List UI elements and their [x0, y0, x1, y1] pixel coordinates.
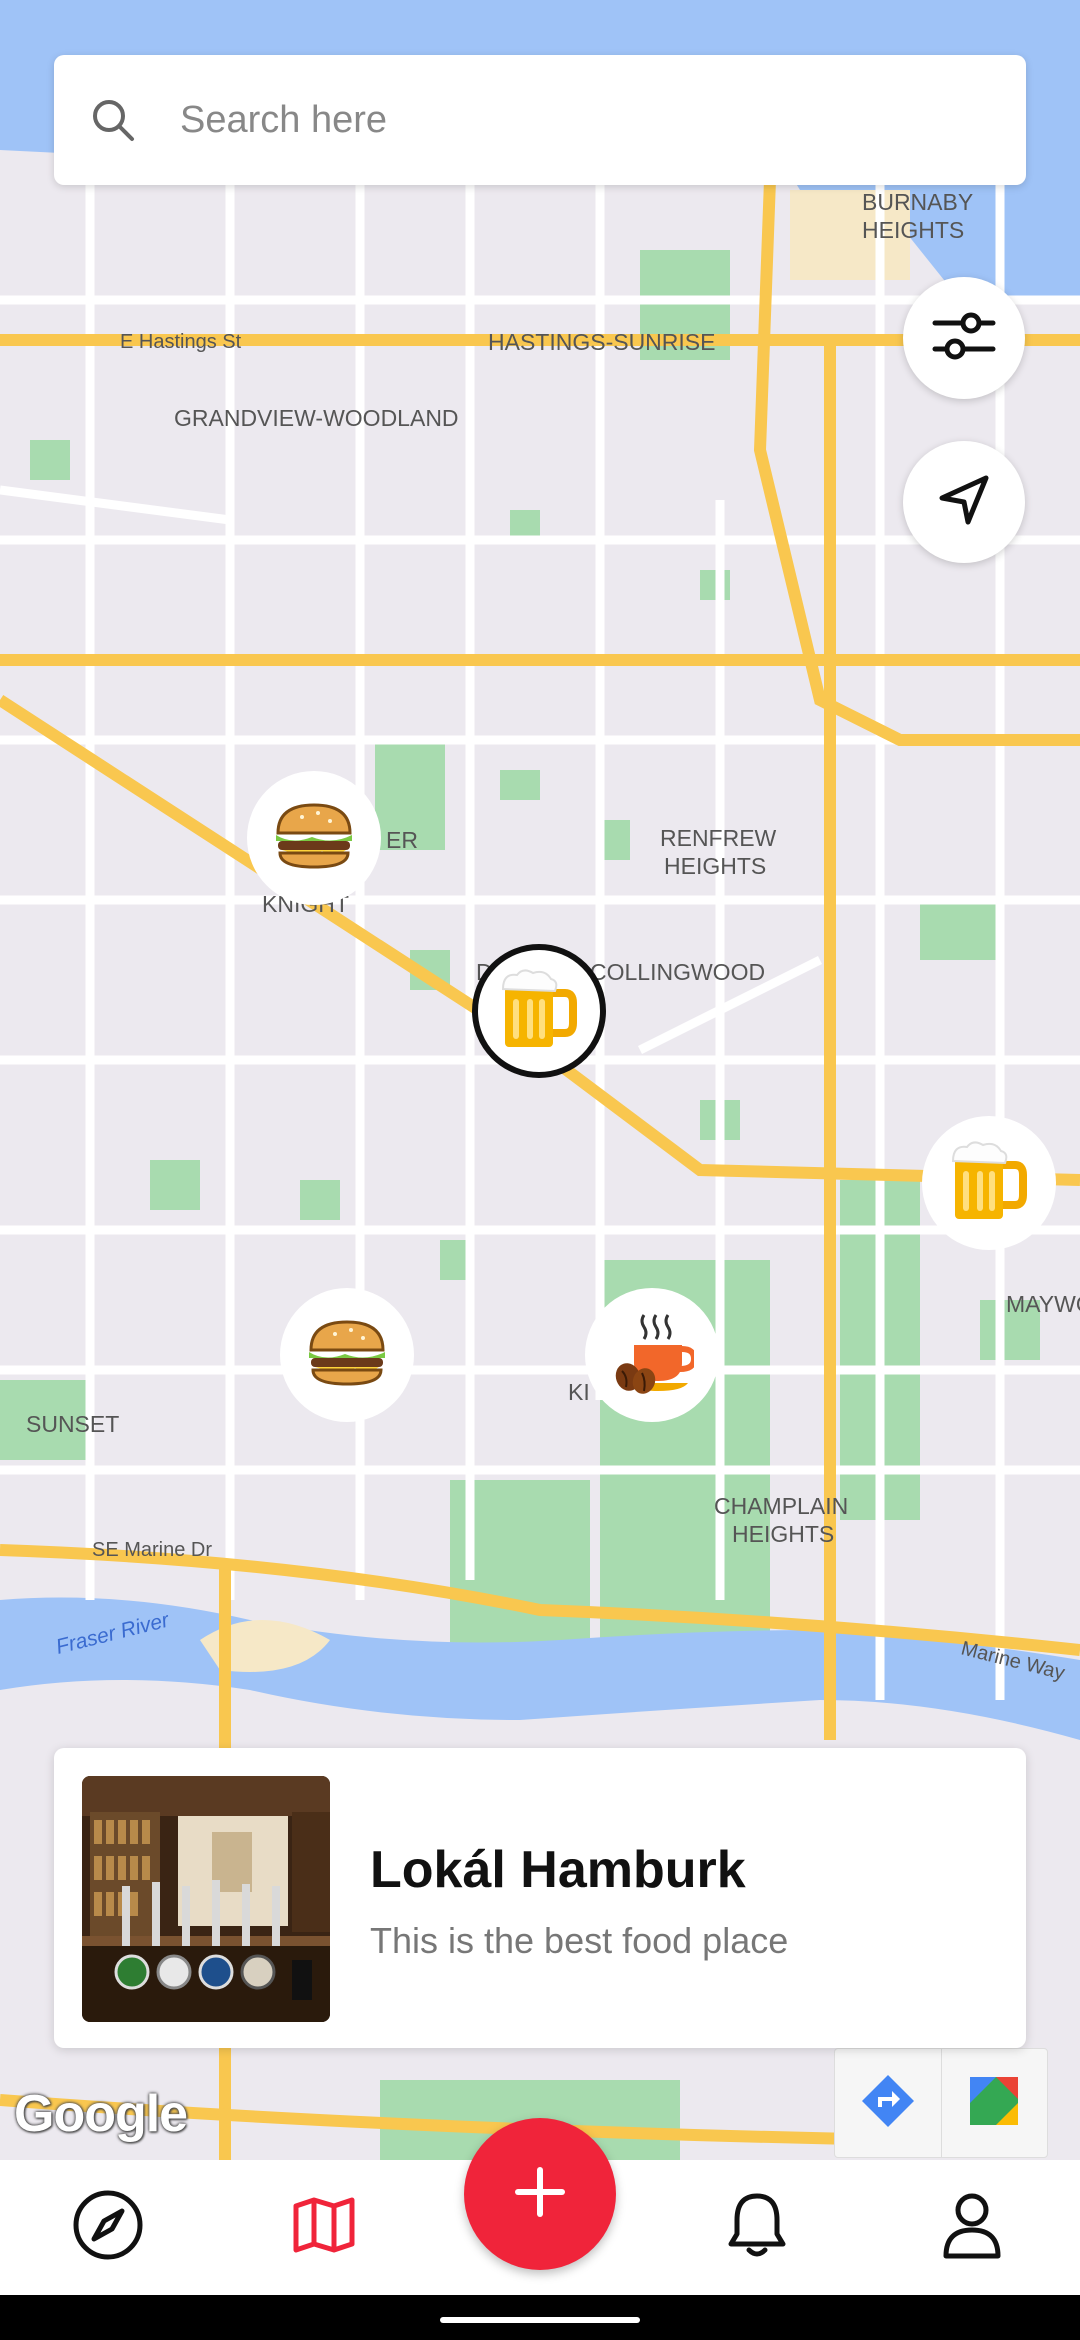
add-place-button[interactable]: [464, 2118, 616, 2270]
place-marker-beer[interactable]: [922, 1116, 1056, 1250]
maps-toolbar: [834, 2048, 1048, 2158]
user-icon: [940, 2190, 1004, 2265]
burger-icon: [272, 801, 356, 876]
search-bar[interactable]: [54, 55, 1026, 185]
place-card[interactable]: Lokál Hamburk This is the best food plac…: [54, 1748, 1026, 2048]
my-location-button[interactable]: [903, 441, 1025, 563]
map-label-sunset: SUNSET: [26, 1411, 119, 1437]
map-label-e-hastings: E Hastings St: [120, 331, 242, 353]
map-label-champlain: CHAMPLAIN: [714, 1493, 848, 1519]
nav-notifications[interactable]: [682, 2160, 832, 2295]
filter-button[interactable]: [903, 277, 1025, 399]
place-marker-beer-selected[interactable]: [472, 944, 606, 1078]
search-icon: [88, 95, 138, 145]
map-label-renfrew: RENFREW: [660, 825, 777, 851]
map-icon: [292, 2196, 356, 2259]
coffee-cup-icon: [610, 1311, 698, 1400]
search-input[interactable]: [178, 97, 962, 143]
map-label-burnaby-heights: BURNABY: [862, 189, 973, 215]
beer-mug-icon: [499, 967, 579, 1056]
map-label-grandview: GRANDVIEW-WOODLAND: [174, 405, 459, 431]
place-title: Lokál Hamburk: [370, 1841, 746, 1899]
map-label-se-marine: SE Marine Dr: [92, 1539, 212, 1561]
nav-explore[interactable]: [33, 2160, 183, 2295]
map-label-ki-fragment: KI: [568, 1379, 590, 1405]
google-maps-icon: [966, 2073, 1022, 2134]
plus-icon: [514, 2166, 566, 2223]
place-marker-burger[interactable]: [280, 1288, 414, 1422]
open-in-maps-button[interactable]: [940, 2049, 1048, 2157]
map-label-renfrew-2: HEIGHTS: [664, 853, 766, 879]
sliders-icon: [929, 301, 999, 376]
beer-mug-icon: [949, 1139, 1029, 1228]
map-label-champlain-2: HEIGHTS: [732, 1521, 834, 1547]
directions-icon: [860, 2073, 916, 2134]
nav-map[interactable]: [249, 2160, 399, 2295]
bell-icon: [725, 2190, 789, 2265]
map-label-er-fragment: ER: [386, 827, 418, 853]
map-label-collingwood: COLLINGWOOD: [590, 959, 765, 985]
home-indicator[interactable]: [440, 2317, 640, 2323]
burger-icon: [305, 1318, 389, 1393]
place-photo: [82, 1776, 330, 2022]
map-label-burnaby-heights-2: HEIGHTS: [862, 217, 964, 243]
place-description: This is the best food place: [370, 1920, 789, 1961]
nav-profile[interactable]: [897, 2160, 1047, 2295]
compass-icon: [72, 2189, 144, 2266]
navigation-arrow-icon: [934, 470, 994, 535]
place-marker-coffee[interactable]: [585, 1288, 719, 1422]
directions-button[interactable]: [835, 2049, 941, 2157]
google-logo: Google: [14, 2085, 188, 2143]
place-marker-burger[interactable]: [247, 771, 381, 905]
map-label-maywood: MAYWO: [1006, 1291, 1080, 1317]
map-label-hastings-sunrise: HASTINGS-SUNRISE: [488, 329, 715, 355]
